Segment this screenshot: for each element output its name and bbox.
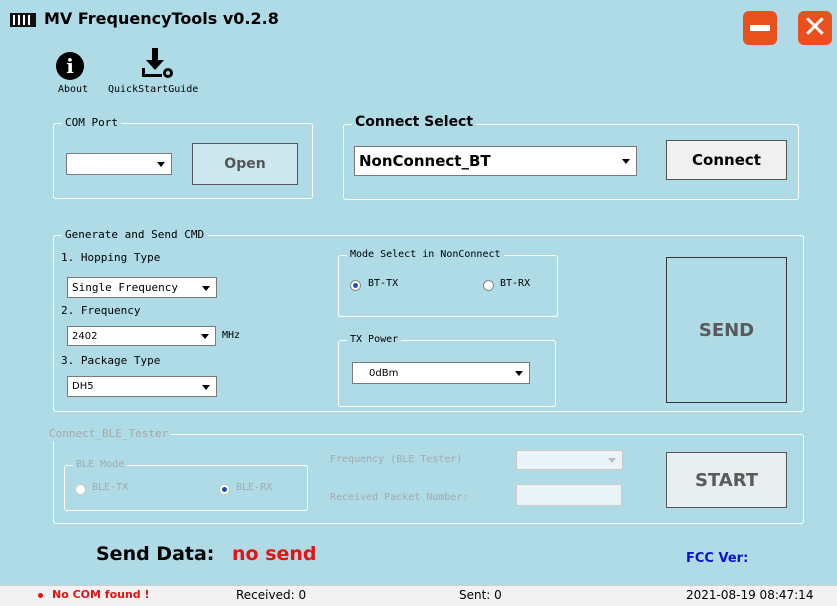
send-data-label: Send Data: (96, 543, 215, 565)
chevron-down-icon (608, 458, 616, 463)
chevron-down-icon (202, 384, 210, 390)
tx-power-select[interactable]: 0dBm (352, 362, 530, 384)
ble-frequency-select[interactable] (516, 450, 623, 470)
start-button[interactable]: START (666, 452, 787, 508)
fcc-version-label: FCC Ver: (686, 551, 749, 566)
quick-start-guide-button[interactable]: QuickStartGuide (108, 46, 218, 98)
connect-mode-select[interactable]: NonConnect_BT (354, 146, 637, 176)
received-packet-label: Received Packet Number: (330, 492, 469, 503)
bt-rx-label: BT-RX (500, 278, 531, 289)
hopping-type-value: Single Frequency (72, 281, 178, 294)
send-button[interactable]: SEND (666, 257, 787, 403)
start-button-label: START (694, 469, 759, 491)
frequency-select[interactable]: 2402 (67, 326, 216, 346)
minimize-icon (750, 25, 770, 31)
status-datetime: 2021-08-19 08:47:14 (686, 588, 814, 602)
window-title: MV FrequencyTools v0.2.8 (44, 9, 279, 28)
status-dot-icon (38, 593, 43, 598)
send-data-value: no send (232, 543, 317, 565)
close-button[interactable]: ✕ (798, 11, 832, 45)
about-label: About (58, 84, 89, 95)
chevron-down-icon (157, 162, 165, 167)
com-port-legend: COM Port (62, 116, 121, 130)
chevron-down-icon (202, 285, 210, 291)
status-bar: No COM found ! Received: 0 Sent: 0 2021-… (0, 585, 837, 606)
frequency-label: 2. Frequency (61, 304, 141, 317)
download-gear-icon (142, 48, 173, 78)
frequency-unit: MHz (222, 330, 241, 341)
frequency-value: 2402 (72, 330, 98, 342)
ble-tx-radio[interactable] (75, 484, 86, 495)
ble-tester-legend: Connect_BLE_Tester (46, 427, 172, 441)
chevron-down-icon (201, 334, 209, 339)
hopping-type-select[interactable]: Single Frequency (67, 277, 217, 298)
ble-tx-label: BLE-TX (92, 482, 129, 493)
connect-mode-value: NonConnect_BT (359, 152, 491, 170)
bt-tx-label: BT-TX (368, 278, 399, 289)
chevron-down-icon (622, 159, 630, 164)
com-status: No COM found ! (52, 588, 150, 601)
bt-rx-radio[interactable] (483, 280, 494, 291)
received-packet-field[interactable] (516, 484, 622, 506)
hopping-type-label: 1. Hopping Type (61, 251, 161, 264)
generate-send-legend: Generate and Send CMD (62, 228, 208, 242)
chevron-down-icon (515, 371, 523, 376)
connect-button[interactable]: Connect (666, 140, 787, 180)
package-type-select[interactable]: DH5 (67, 376, 217, 397)
info-icon: i (56, 52, 84, 80)
send-button-label: SEND (698, 319, 755, 341)
tx-power-value: 0dBm (369, 367, 399, 379)
ble-rx-label: BLE-RX (236, 482, 273, 493)
com-port-select[interactable] (66, 153, 172, 175)
tx-power-legend: TX Power (347, 333, 402, 347)
quick-start-guide-label: QuickStartGuide (108, 84, 199, 95)
package-type-value: DH5 (72, 381, 94, 392)
open-button-label: Open (224, 156, 266, 172)
connect-select-legend: Connect Select (352, 115, 477, 129)
ble-mode-legend: BLE Mode (73, 458, 128, 472)
bt-tx-radio[interactable] (350, 280, 361, 291)
ble-frequency-label: Frequency (BLE Tester) (330, 454, 463, 465)
mode-select-legend: Mode Select in NonConnect (347, 248, 504, 262)
minimize-button[interactable] (743, 11, 777, 45)
received-count: Received: 0 (236, 588, 307, 602)
app-logo (10, 13, 36, 27)
sent-count: Sent: 0 (459, 588, 502, 602)
ble-rx-radio[interactable] (219, 484, 230, 495)
about-button[interactable]: i About (54, 52, 98, 98)
open-button[interactable]: Open (192, 143, 298, 185)
package-type-label: 3. Package Type (61, 354, 161, 367)
close-icon: ✕ (802, 10, 828, 45)
connect-button-label: Connect (692, 151, 761, 169)
